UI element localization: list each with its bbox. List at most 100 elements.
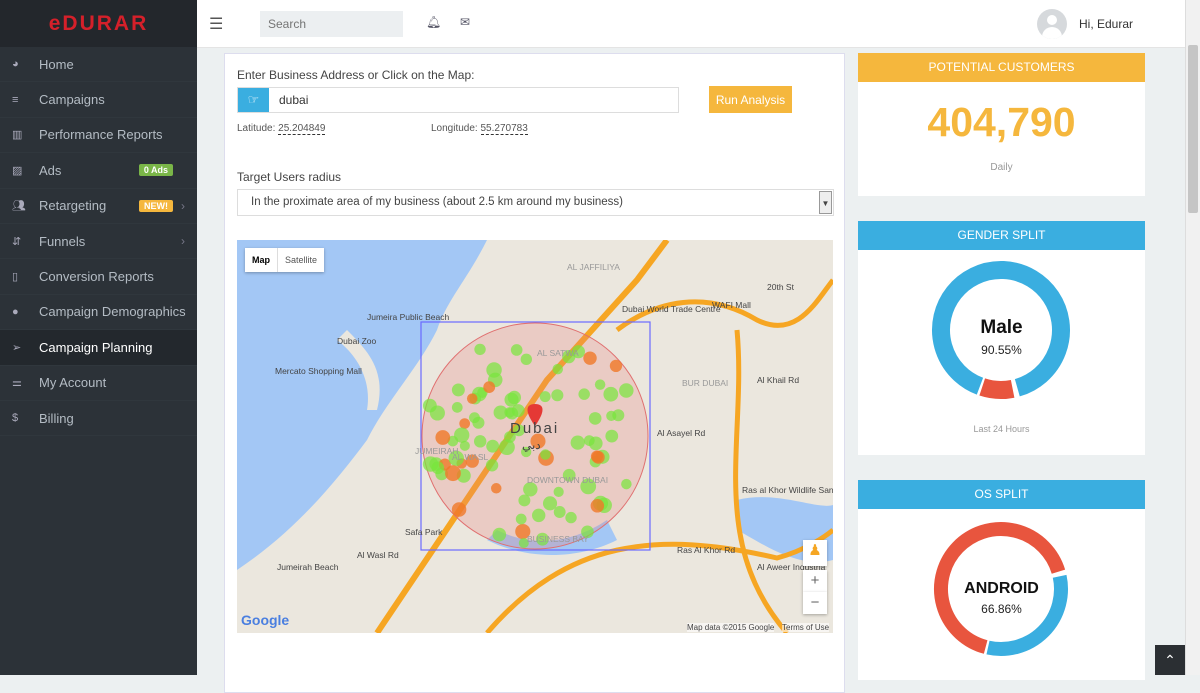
sidebar-item-retargeting[interactable]: 👥︎ Retargeting NEW! › xyxy=(0,189,197,224)
heatmap-point xyxy=(459,418,471,429)
map-label: Ras al Khor Wildlife Sanctuary xyxy=(742,485,833,495)
map-label: BUSINESS BAY xyxy=(527,534,589,544)
scrollbar[interactable] xyxy=(1185,0,1200,675)
map-type-map[interactable]: Map xyxy=(245,248,278,272)
sidebar-item-ads[interactable]: ▨ Ads 0 Ads xyxy=(0,153,197,189)
longitude: Longitude: 55.270783 xyxy=(431,123,528,135)
sidebar-item-my-account[interactable]: ⚌ My Account xyxy=(0,366,197,401)
gender-donut-chart xyxy=(932,261,1070,399)
heatmap-point xyxy=(473,435,487,448)
zoom-in-button[interactable]: + xyxy=(803,570,827,592)
sliders-icon: ⚌ xyxy=(12,377,22,390)
heatmap-point xyxy=(445,465,461,482)
street-view-pegman-icon[interactable]: ♟ xyxy=(803,540,827,566)
heatmap-point xyxy=(422,398,437,413)
map-label: Mercato Shopping Mall xyxy=(275,366,362,376)
heatmap-point xyxy=(483,381,496,394)
heatmap-point xyxy=(594,379,606,390)
scroll-to-top-button[interactable]: ⌃ xyxy=(1155,645,1185,675)
radius-select[interactable]: In the proximate area of my business (ab… xyxy=(237,189,834,216)
heatmap-point xyxy=(565,511,577,524)
city-label-arabic: دبي xyxy=(522,438,541,452)
address-input[interactable]: dubai xyxy=(269,88,308,112)
heatmap-point xyxy=(583,351,597,365)
heatmap-point xyxy=(515,513,527,525)
heatmap-point xyxy=(570,435,585,450)
sidebar-item-label: Performance Reports xyxy=(39,127,163,143)
topbar: ☰ 🔔︎ ✉︎ Hi, Edurar xyxy=(197,0,1200,48)
map-label: AL SATWA xyxy=(537,348,579,358)
sidebar-item-funnels[interactable]: ⇵ Funnels › xyxy=(0,224,197,260)
latitude-value: 25.204849 xyxy=(278,123,326,135)
heatmap-point xyxy=(605,429,619,443)
users-icon: 👥︎ xyxy=(12,200,26,213)
potential-customers-period: Daily xyxy=(990,162,1013,173)
map[interactable]: Dubai دبي Jumeira Public Beach Dubai Zoo M… xyxy=(237,240,833,633)
donut-segment-other[interactable] xyxy=(979,378,1015,399)
sidebar-item-campaigns[interactable]: ≡ Campaigns xyxy=(0,82,197,118)
chevron-right-icon: › xyxy=(181,198,185,213)
run-analysis-button[interactable]: Run Analysis xyxy=(709,86,792,113)
map-label: Dubai Zoo xyxy=(337,336,377,346)
heatmap-point xyxy=(431,461,445,475)
map-label: Al Wasl Rd xyxy=(357,550,399,560)
radius-label: Target Users radius xyxy=(237,170,342,184)
menu-icon[interactable]: ☰ xyxy=(209,14,223,34)
zoom-out-button[interactable]: − xyxy=(803,592,827,614)
sidebar-item-label: Retargeting xyxy=(39,198,107,214)
latitude-label: Latitude: xyxy=(237,123,276,134)
map-label: Ras Al Khor Rd xyxy=(677,545,736,555)
map-type-control: Map Satellite xyxy=(245,248,325,272)
map-label: JUMEIRAH xyxy=(415,446,459,456)
sidebar-item-label: Funnels xyxy=(39,233,86,249)
sidebar-item-performance-reports[interactable]: ▥ Performance Reports xyxy=(0,118,197,154)
map-type-satellite[interactable]: Satellite xyxy=(278,248,324,272)
map-label: DOWNTOWN DUBAI xyxy=(527,475,609,485)
heatmap-point xyxy=(552,363,564,375)
gender-split-title: GENDER SPLIT xyxy=(858,221,1145,250)
chevron-right-icon: › xyxy=(181,234,185,249)
sidebar-item-label: Campaign Planning xyxy=(39,339,153,355)
map-label: Safa Park xyxy=(405,527,443,537)
envelope-icon[interactable]: ✉︎ xyxy=(460,15,470,29)
avatar[interactable] xyxy=(1037,9,1067,39)
potential-customers-title: POTENTIAL CUSTOMERS xyxy=(858,53,1145,82)
sidebar-item-billing[interactable]: $ Billing xyxy=(0,401,197,437)
globe-icon: ● xyxy=(12,305,19,318)
map-label: AL JAFFILIYA xyxy=(567,262,620,272)
map-label: WAFI Mall xyxy=(712,300,751,310)
list-icon: ≡ xyxy=(12,93,19,106)
sidebar-item-label: Campaigns xyxy=(39,92,105,108)
heatmap-point xyxy=(451,383,465,397)
dropdown-arrow-icon[interactable]: ▼ xyxy=(819,191,832,214)
image-icon: ▨ xyxy=(12,164,23,177)
heatmap-point xyxy=(619,383,634,398)
heatmap-point xyxy=(492,527,507,542)
sidebar-item-conversion-reports[interactable]: ▯ Conversion Reports xyxy=(0,259,197,295)
user-greeting[interactable]: Hi, Edurar xyxy=(1079,17,1133,31)
sidebar-item-home[interactable]: ◕ Home xyxy=(0,47,197,83)
sidebar-item-campaign-planning[interactable]: ➢ Campaign Planning xyxy=(0,330,197,366)
heatmap-point xyxy=(472,416,485,429)
sidebar-badge: 0 Ads xyxy=(138,164,173,177)
heatmap-point xyxy=(474,343,486,356)
heatmap-point xyxy=(454,427,470,443)
terms-of-use-link[interactable]: Terms of Use xyxy=(782,623,830,632)
gender-split-card: GENDER SPLIT Male 90.55% Last 24 Hours xyxy=(858,221,1145,455)
logo[interactable]: eDURAR xyxy=(0,0,197,47)
heatmap-point xyxy=(612,409,625,422)
hand-pointer-icon[interactable]: ☞ xyxy=(238,88,269,112)
sidebar-item-campaign-demographics[interactable]: ● Campaign Demographics xyxy=(0,295,197,331)
os-split-card: OS SPLIT ANDROID 66.86% xyxy=(858,480,1145,680)
search-input[interactable] xyxy=(260,11,403,37)
bell-icon[interactable]: 🔔︎ xyxy=(426,15,441,29)
address-field[interactable]: ☞ dubai xyxy=(237,87,679,113)
mobile-icon: ▯ xyxy=(12,271,19,284)
os-label: ANDROID xyxy=(964,580,1039,597)
sidebar-item-label: Billing xyxy=(39,410,74,426)
dashboard-icon: ◕ xyxy=(12,58,19,71)
scrollbar-thumb[interactable] xyxy=(1188,45,1198,213)
heatmap-point xyxy=(435,430,451,445)
heatmap-point xyxy=(583,435,595,446)
heatmap-point xyxy=(588,412,602,425)
